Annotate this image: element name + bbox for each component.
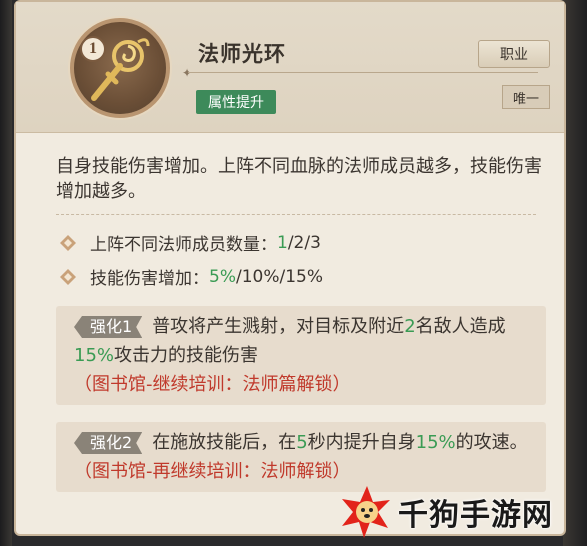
skill-title: 法师光环: [198, 42, 286, 66]
skill-description: 自身技能伤害增加。上阵不同血脉的法师成员越多，技能伤害增加越多。: [56, 156, 542, 202]
stat-label: 技能伤害增加：: [90, 269, 209, 289]
enhancement-text: 普攻将产生溅射，对目标及附近: [152, 316, 405, 337]
unique-tag: 唯一: [502, 85, 550, 109]
background-left: [0, 0, 12, 546]
enhancement-text: 秒内提升自身: [307, 432, 416, 453]
enhancement-badge: 强化1: [74, 316, 142, 338]
golden-scepter-icon: [70, 18, 170, 118]
rank-badge: 1: [80, 36, 106, 62]
enhancement-value: 5: [296, 432, 308, 453]
enhancement-value: 2: [404, 316, 416, 337]
divider-star-icon: ✦: [182, 66, 193, 80]
watermark: 千狗手游网: [338, 484, 578, 540]
enhancement-value: 15%: [415, 432, 456, 453]
enhancement-badge: 强化2: [74, 432, 142, 454]
diamond-bullet-icon: [60, 268, 76, 285]
background-right: [563, 0, 587, 546]
enhancement-value: 15%: [74, 345, 115, 366]
enhancement-text: 攻击力的技能伤害: [114, 345, 259, 366]
enhancement-text: 名敌人造成: [415, 316, 506, 337]
enhancement-text: 在施放技能后，在: [152, 432, 297, 453]
stat-value-highlight: 1: [277, 232, 288, 253]
enhancement-text: 的攻速。: [455, 432, 528, 453]
skill-card: 1 法师光环 ✦ 属性提升 职业 唯一 自身技能伤害增加。上阵不同血脉的法师成员…: [14, 0, 566, 536]
stat-row-members: 上阵不同法师成员数量： 1 /2/3: [60, 230, 321, 255]
category-tag: 属性提升: [196, 90, 276, 114]
stat-value-rest: /2/3: [287, 232, 321, 253]
enhancement-2: 强化2 在施放技能后，在5秒内提升自身15%的攻速。 （图书馆-再继续培训：法师解锁…: [56, 422, 546, 492]
stat-value-rest: /10%/15%: [235, 266, 324, 287]
dog-logo-icon: [342, 486, 390, 538]
enhancement-unlock-note: （图书馆-继续培训：法师篇解锁）: [74, 374, 351, 395]
diamond-bullet-icon: [60, 234, 76, 251]
enhancement-1: 强化1 普攻将产生溅射，对目标及附近2名敌人造成 15%攻击力的技能伤害 （图书馆-继…: [56, 306, 546, 405]
stat-value-highlight: 5%: [209, 266, 236, 287]
stat-label: 上阵不同法师成员数量：: [90, 235, 277, 255]
class-button[interactable]: 职业: [478, 40, 550, 68]
title-divider: [188, 72, 538, 73]
enhancement-unlock-note: （图书馆-再继续培训：法师解锁）: [74, 461, 351, 482]
card-header: 1 法师光环 ✦ 属性提升 职业 唯一: [16, 2, 564, 133]
watermark-text: 千狗手游网: [398, 498, 553, 533]
description-divider: [56, 214, 536, 215]
stat-row-damage: 技能伤害增加： 5% /10%/15%: [60, 264, 323, 289]
